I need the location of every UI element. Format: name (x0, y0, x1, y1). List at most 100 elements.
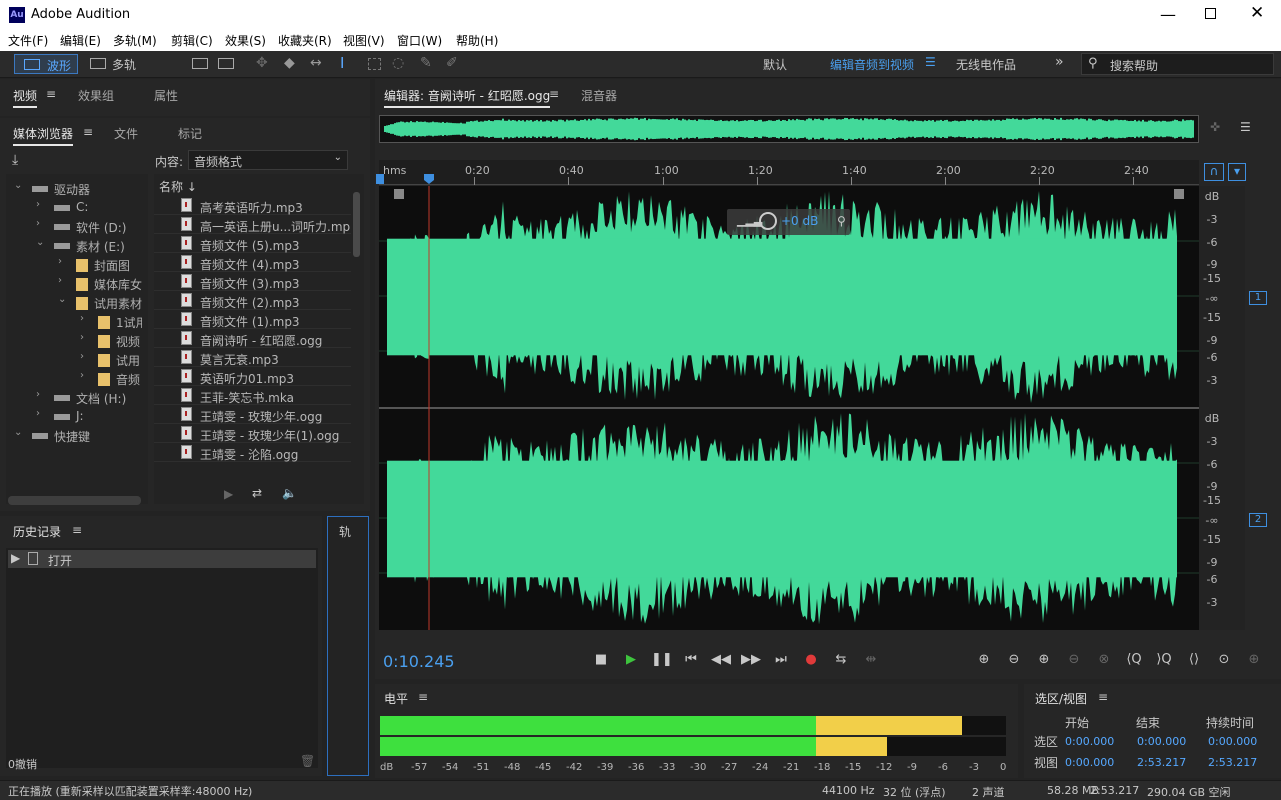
tree-item[interactable]: › 1试用 (80, 313, 142, 331)
view-duration[interactable]: 2:53.217 (1208, 756, 1257, 769)
tree-item[interactable]: › J: (36, 408, 142, 426)
view-start[interactable]: 0:00.000 (1065, 756, 1114, 769)
menu-item[interactable]: 视图(V) (343, 32, 385, 49)
workspace-menu-icon[interactable]: ☰ (925, 55, 936, 69)
menu-item[interactable]: 窗口(W) (397, 32, 442, 49)
file-row[interactable]: 音频文件 (1).mp3 (154, 311, 351, 329)
move-tool-icon[interactable]: ✥ (256, 55, 268, 71)
menu-item[interactable]: 多轨(M) (113, 32, 157, 49)
tree-item[interactable]: ⌄ 试用素材 (58, 294, 142, 312)
file-row[interactable]: 王菲-笑忘书.mka (154, 387, 351, 405)
zoom-out-amplitude-icon[interactable]: ⊖ (1004, 650, 1024, 670)
current-time[interactable]: 0:10.245 (383, 652, 455, 671)
spectral-display-icon[interactable] (192, 58, 208, 69)
file-list-scrollbar[interactable] (353, 192, 360, 257)
tree-item[interactable]: ⌄ 快捷键 (14, 427, 142, 445)
autoplay-icon[interactable]: 🔈 (282, 486, 297, 500)
record-button[interactable]: ● (801, 650, 821, 670)
zoom-in-left-icon[interactable]: ⟨Q (1124, 650, 1144, 670)
panel-menu-icon[interactable]: ≡ (46, 87, 56, 101)
maximize-button[interactable] (1205, 8, 1216, 19)
menu-item[interactable]: 帮助(H) (456, 32, 498, 49)
tab-mixer[interactable]: 混音器 (581, 87, 617, 104)
pin-icon[interactable]: ▾ (1228, 163, 1246, 181)
selection-duration[interactable]: 0:00.000 (1208, 735, 1257, 748)
panel-menu-icon[interactable]: ≡ (1098, 690, 1108, 704)
close-button[interactable]: ✕ (1250, 3, 1264, 23)
minimize-button[interactable]: — (1160, 5, 1176, 24)
tree-scrollbar[interactable] (8, 496, 141, 505)
file-row[interactable]: 王靖雯 - 沦陷.ogg (154, 444, 351, 462)
brush-tool-icon[interactable]: ✎ (420, 55, 432, 71)
time-ruler[interactable]: hms 0:20 0:40 1:00 1:20 1:40 2:00 2:20 2:40 (376, 160, 1199, 185)
fade-out-handle[interactable] (1174, 189, 1184, 199)
hud-volume[interactable]: ▁▂▃ +0 dB ⚲ (727, 209, 850, 235)
overview-waveform[interactable] (379, 115, 1199, 143)
tree-item[interactable]: › 音频 (80, 370, 142, 388)
workspace-edit-audio-to-video[interactable]: 编辑音频到视频 (830, 56, 914, 73)
zoom-full-icon[interactable]: ⊗ (1094, 650, 1114, 670)
trash-icon[interactable]: 🗑 (300, 754, 315, 768)
play-preview-icon[interactable]: ▶ (224, 487, 233, 501)
menu-item[interactable]: 收藏夹(R) (278, 32, 332, 49)
panel-menu-icon[interactable]: ≡ (549, 87, 559, 101)
zoom-playhead-icon[interactable]: ⊙ (1214, 650, 1234, 670)
panel-menu-icon[interactable]: ≡ (72, 523, 82, 537)
search-help-box[interactable]: ⚲ 搜索帮助 (1081, 53, 1274, 75)
headphones-icon[interactable]: ∩ (1204, 163, 1224, 181)
waveform-display[interactable] (379, 186, 1199, 630)
file-row[interactable]: 王靖雯 - 玫瑰少年.ogg (154, 406, 351, 424)
loop-button[interactable]: ⇆ (831, 650, 851, 670)
razor-tool-icon[interactable]: ◆ (284, 55, 295, 71)
history-item-open[interactable]: ▶ 打开 (8, 550, 316, 568)
tree-item[interactable]: › 软件 (D:) (36, 218, 142, 236)
name-column-header[interactable]: 名称 ↓ (159, 178, 197, 195)
fade-in-handle[interactable] (394, 189, 404, 199)
skip-selection-button[interactable]: ⇹ (861, 650, 881, 670)
menu-item[interactable]: 剪辑(C) (171, 32, 213, 49)
file-row[interactable]: 音频文件 (3).mp3 (154, 273, 351, 291)
next-button[interactable]: ⏭ (771, 650, 791, 670)
tree-item[interactable]: ⌄ 驱动器 (14, 180, 142, 198)
tree-item[interactable]: › C: (36, 199, 142, 217)
file-row[interactable]: 音频文件 (2).mp3 (154, 292, 351, 310)
lasso-tool-icon[interactable]: ◌ (392, 55, 404, 71)
file-row[interactable]: 王靖雯 - 玫瑰少年(1).ogg (154, 425, 351, 443)
tab-properties[interactable]: 属性 (154, 87, 178, 104)
more-workspaces-icon[interactable]: » (1055, 54, 1064, 70)
view-end[interactable]: 2:53.217 (1137, 756, 1186, 769)
tree-item[interactable]: › 文档 (H:) (36, 389, 142, 407)
tab-effects-rack[interactable]: 效果组 (78, 87, 114, 104)
zoom-in-amplitude-icon[interactable]: ⊕ (974, 650, 994, 670)
file-row[interactable]: 音阙诗听 - 红昭愿.ogg (154, 330, 351, 348)
tab-video[interactable]: 视频 (13, 87, 38, 108)
tree-item[interactable]: › 视频 (80, 332, 142, 350)
previous-button[interactable]: ⏮ (681, 650, 701, 670)
zoom-to-selection-icon[interactable]: ✜ (1210, 120, 1220, 134)
pitch-display-icon[interactable] (218, 58, 234, 69)
menu-item[interactable]: 效果(S) (225, 32, 266, 49)
tab-markers[interactable]: 标记 (178, 125, 202, 142)
zoom-in-time-icon[interactable]: ⊕ (1034, 650, 1054, 670)
file-row[interactable]: 英语听力01.mp3 (154, 368, 351, 386)
time-selection-tool-icon[interactable]: I (340, 54, 344, 72)
fast-forward-button[interactable]: ▶▶ (741, 650, 761, 670)
channel-2-badge[interactable]: 2 (1249, 513, 1267, 527)
file-row[interactable]: 莫言无衰.mp3 (154, 349, 351, 367)
zoom-out-time-icon[interactable]: ⊖ (1064, 650, 1084, 670)
tree-item[interactable]: › 封面图 (58, 256, 142, 274)
selection-start[interactable]: 0:00.000 (1065, 735, 1114, 748)
zoom-reset-icon[interactable]: ⊕ (1244, 650, 1264, 670)
file-row[interactable]: 高一英语上册u...词听力.mp3 (154, 216, 351, 234)
workspace-default[interactable]: 默认 (763, 56, 787, 73)
play-button[interactable]: ▶ (621, 650, 641, 670)
panel-menu-icon[interactable]: ≡ (418, 690, 428, 704)
tree-item[interactable]: ⌄ 素材 (E:) (36, 237, 142, 255)
waveform-view-button[interactable]: 波形 (14, 54, 78, 74)
import-icon[interactable]: ⤓ (12, 152, 18, 168)
playhead-marker-icon[interactable] (424, 174, 434, 184)
zoom-selection-icon[interactable]: ⟨⟩ (1184, 650, 1204, 670)
multitrack-view-button[interactable]: 多轨 (84, 54, 144, 74)
overview-menu-icon[interactable]: ☰ (1240, 120, 1251, 134)
menu-item[interactable]: 文件(F) (8, 32, 48, 49)
